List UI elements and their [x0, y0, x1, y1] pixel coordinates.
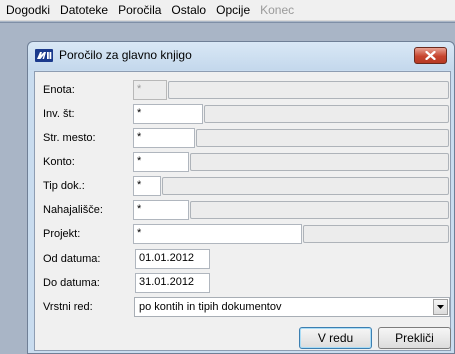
cancel-button[interactable]: Prekliči: [378, 327, 451, 349]
label-do-datuma: Do datuma:: [43, 277, 100, 289]
menu-opcije[interactable]: Opcije: [211, 0, 255, 21]
row-enota: Enota: *: [35, 80, 452, 100]
nahajalisce-field[interactable]: *: [133, 200, 189, 220]
od-datuma-field[interactable]: 01.01.2012: [135, 249, 210, 269]
label-od-datuma: Od datuma:: [43, 253, 101, 265]
konto-field[interactable]: *: [133, 152, 189, 172]
report-dialog: Poročilo za glavno knjigo Enota: * Inv. …: [27, 41, 455, 354]
str-mesto-field[interactable]: *: [133, 128, 195, 148]
inv-st-description: [204, 105, 449, 123]
menu-porocila[interactable]: Poročila: [113, 0, 166, 21]
vrstni-red-value: po kontih in tipih dokumentov: [139, 301, 282, 313]
vrstni-red-select[interactable]: po kontih in tipih dokumentov: [134, 297, 450, 317]
tip-dok-description: [162, 177, 449, 195]
label-konto: Konto:: [43, 156, 75, 168]
nahajalisce-description: [190, 201, 449, 219]
label-vrstni-red: Vrstni red:: [43, 301, 93, 313]
inv-st-field[interactable]: *: [133, 104, 203, 124]
row-inv-st: Inv. št: *: [35, 104, 452, 124]
label-str-mesto: Str. mesto:: [43, 132, 96, 144]
ok-button[interactable]: V redu: [299, 327, 372, 349]
row-str-mesto: Str. mesto: *: [35, 128, 452, 148]
close-icon: [425, 51, 436, 60]
str-mesto-description: [196, 129, 449, 147]
menu-ostalo[interactable]: Ostalo: [166, 0, 211, 21]
row-projekt: Projekt: *: [35, 224, 452, 244]
row-od-datuma: Od datuma: 01.01.2012: [35, 249, 452, 269]
enota-field: *: [133, 80, 167, 100]
konto-description: [190, 153, 449, 171]
enota-description: [168, 81, 449, 99]
client-border: [0, 22, 455, 23]
label-inv-st: Inv. št:: [43, 108, 75, 120]
tip-dok-field[interactable]: *: [133, 176, 161, 196]
chevron-down-icon: [437, 305, 444, 309]
label-tip-dok: Tip dok.:: [43, 180, 85, 192]
projekt-description: [303, 225, 449, 243]
row-tip-dok: Tip dok.: *: [35, 176, 452, 196]
menu-bar: Dogodki Datoteke Poročila Ostalo Opcije …: [0, 0, 455, 21]
dialog-content: Enota: * Inv. št: * Str. mesto: * Konto:…: [34, 71, 451, 351]
do-datuma-field[interactable]: 31.01.2012: [135, 273, 210, 293]
menu-datoteke[interactable]: Datoteke: [55, 0, 113, 21]
dialog-title-bar[interactable]: Poročilo za glavno knjigo: [28, 42, 454, 70]
dropdown-button[interactable]: [433, 299, 448, 315]
app-logo-icon: [35, 49, 53, 62]
row-do-datuma: Do datuma: 31.01.2012: [35, 273, 452, 293]
projekt-field[interactable]: *: [133, 224, 302, 244]
row-nahajalisce: Nahajališče: *: [35, 200, 452, 220]
menu-dogodki[interactable]: Dogodki: [0, 0, 55, 21]
menu-konec: Konec: [260, 2, 295, 17]
label-projekt: Projekt:: [43, 228, 81, 240]
label-enota: Enota:: [43, 84, 75, 96]
row-konto: Konto: *: [35, 152, 452, 172]
dialog-title: Poročilo za glavno knjigo: [59, 48, 192, 62]
close-button[interactable]: [414, 47, 447, 64]
label-nahajalisce: Nahajališče:: [43, 204, 103, 216]
row-vrstni-red: Vrstni red: po kontih in tipih dokumento…: [35, 297, 452, 317]
